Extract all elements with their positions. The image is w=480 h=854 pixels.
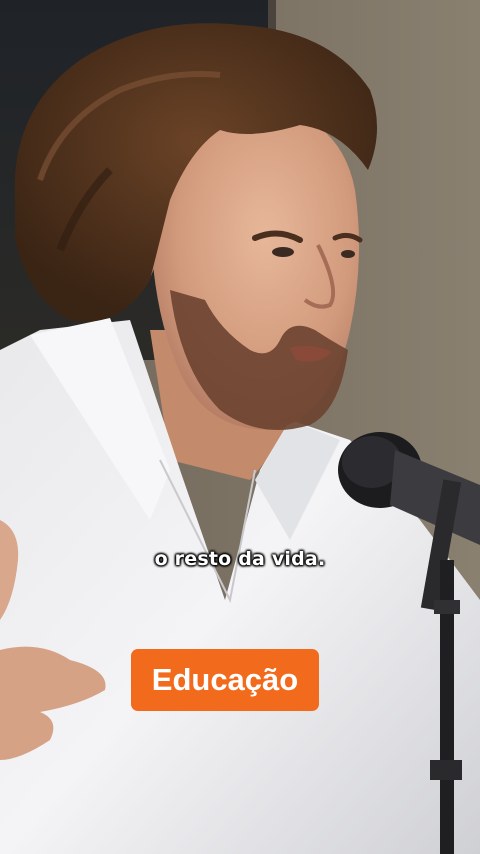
category-badge-label: Educação [151, 662, 299, 697]
caption-subtitle: o resto da vida. [154, 548, 326, 570]
video-still-image [0, 0, 480, 854]
category-badge[interactable]: Educação [131, 649, 319, 711]
video-frame[interactable]: o resto da vida. Educação [0, 0, 480, 854]
